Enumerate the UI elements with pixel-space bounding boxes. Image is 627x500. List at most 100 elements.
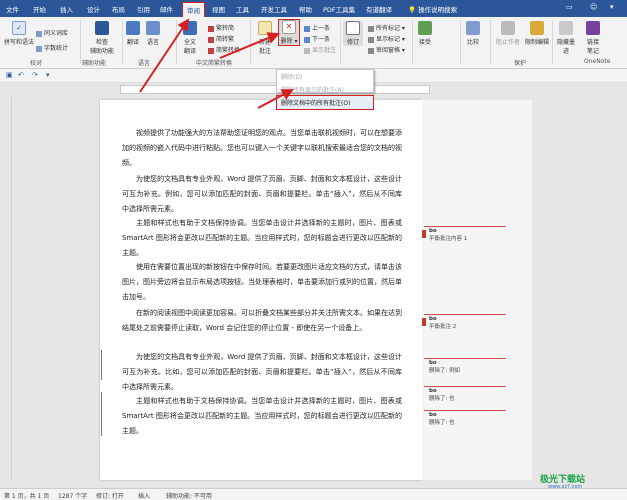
word-count[interactable]: 1287 个字 [58,491,87,500]
document-page[interactable]: 视频提供了功能强大的方法帮助您证明您的观点。当您单击联机视频时，可以在想要添加的… [100,100,422,480]
show-markup-button[interactable]: 显示标记 ▾ [368,34,405,43]
page-count[interactable]: 第 1 页，共 1 页 [4,491,49,500]
revision-balloon[interactable]: bo 删除了: 也 [424,410,506,426]
fanjian-button[interactable]: 繁转简 [208,23,234,32]
accept-icon [418,21,432,35]
block-authors-icon [501,21,515,35]
review-pane-button[interactable]: 审阅窗格 ▾ [368,45,405,54]
jianfan-button[interactable]: 简转繁 [208,34,234,43]
customize-qat-icon[interactable]: ▾ [46,71,50,79]
new-comment-icon [258,21,272,35]
delete-comment-dropdown: 删除(D) 删除所有显示的批注(A) 删除文档中的所有批注(O) [276,69,374,110]
book-icon [36,30,42,37]
abc-check-icon: ✓ [12,21,26,35]
tab-layout[interactable]: 布局 [112,4,125,14]
comment-balloon[interactable]: bo 平衡批注 2 [422,314,506,330]
accessibility-icon [95,21,109,35]
language-button[interactable]: 语言 [144,21,162,46]
group-accessibility: 辅助功能 [82,60,107,67]
revision-balloon[interactable]: bo 删除了: 也 [424,386,506,402]
track-changes-button[interactable]: 修订 [343,21,363,46]
undo-icon[interactable]: ↶ [18,71,24,79]
paragraph-7: 主题和样式也有助于文档保持协调。当您单击设计并选择新的主题时，图片、图表或 Sm… [122,397,402,435]
compare-icon [466,21,480,35]
review-pane-icon [368,47,374,54]
new-comment-button[interactable]: 新建 批注 [254,21,276,55]
ribbon-review: ✓ 拼写和语法 同义词库 字数统计 校对 检查 辅助功能 辅助功能 翻译 语言 … [0,17,627,69]
show-markup-icon [368,36,374,43]
spelling-button[interactable]: ✓ 拼写和语法 [4,21,34,46]
markup-icon [368,25,374,32]
prev-comment-icon [304,25,310,32]
restrict-editing-button[interactable]: 限制编辑 [524,21,550,46]
tab-help[interactable]: 帮助 [299,4,312,14]
full-translate-button[interactable]: 全文 翻译 [180,21,200,55]
track-status[interactable]: 修订: 打开 [96,491,124,500]
delete-comment-button[interactable]: ✕ 删除 ▾ [278,19,300,46]
insert-mode[interactable]: 插入 [138,491,150,500]
translate-icon [126,21,140,35]
group-proofing: 校对 [30,60,43,67]
tab-tools[interactable]: 工具 [236,4,249,14]
accept-button[interactable]: 接受 [416,21,434,46]
status-bar: 第 1 页，共 1 页 1287 个字 修订: 打开 插入 辅助功能: 不可用 [0,488,627,500]
menu-item-delete-all[interactable]: 删除文档中的所有批注(O) [276,95,374,110]
change-bar [101,350,102,380]
hide-ink-button[interactable]: 隐藏墨 迹 [555,21,577,55]
tab-developer[interactable]: 开发工具 [261,4,287,14]
convert-icon [208,47,214,54]
author-avatar [422,230,426,238]
jianfan-conversion-button[interactable]: 简繁转换 [208,45,240,54]
tab-file[interactable]: 文件 [6,4,19,14]
collapse-icon[interactable]: ▾ [610,3,614,11]
chevron-down-icon: ▾ [292,38,298,45]
save-icon[interactable]: ▣ [6,71,13,79]
tab-pdf[interactable]: PDF工具集 [323,4,355,14]
delete-comment-icon: ✕ [282,20,296,34]
thesaurus-button[interactable]: 同义词库 [36,28,68,37]
compare-button[interactable]: 比较 [464,21,482,46]
track-changes-icon [346,21,360,35]
tell-me-search[interactable]: 💡 操作说明搜索 [408,4,457,14]
menu-item-delete[interactable]: 删除(D) [277,70,373,83]
share-icon[interactable]: ☺ [590,3,597,11]
tab-view[interactable]: 视图 [212,4,225,14]
tab-home[interactable]: 开始 [33,4,46,14]
block-authors-button[interactable]: 阻止作者 [494,21,522,46]
wordcount-button[interactable]: 字数统计 [36,43,68,52]
ribbon-options-icon[interactable]: ▭ [566,3,573,11]
translate-button[interactable]: 翻译 [124,21,142,46]
paragraph-3: 主题和样式也有助于文档保持协调。当您单击设计并选择新的主题时，图片、图表或 Sm… [122,219,402,257]
ribbon-tab-bar: 文件 开始 插入 设计 布局 引用 邮件 审阅 视图 工具 开发工具 帮助 PD… [0,0,627,17]
tab-insert[interactable]: 插入 [60,4,73,14]
tab-references[interactable]: 引用 [137,4,150,14]
tab-youdao[interactable]: 有道翻译 [366,4,392,14]
tab-mailings[interactable]: 邮件 [160,4,173,14]
link-notes-button[interactable]: 链接 笔记 [582,21,604,55]
lock-icon [530,21,544,35]
markup-select[interactable]: 所有标记 ▾ [368,23,405,32]
comment-balloon[interactable]: bo 平衡批注内容 1 [422,226,506,242]
document-translate-icon [183,21,197,35]
change-bar [101,392,102,436]
next-comment-button[interactable]: 下一条 [304,34,330,43]
group-chinese-conversion: 中文简繁转换 [196,60,233,67]
check-accessibility-button[interactable]: 检查 辅助功能 [86,21,118,55]
jian-icon [208,36,214,43]
lightbulb-icon: 💡 [408,6,417,14]
show-comments-button[interactable]: 显示批注 [304,45,336,54]
menu-item-delete-shown[interactable]: 删除所有显示的批注(A) [277,83,373,96]
accessibility-status[interactable]: 辅助功能: 不可用 [166,491,212,500]
paragraph-6: 为使您的文档具有专业外观，Word 提供了页眉、页脚、封面和文本框设计，这些设计… [122,353,402,391]
onenote-icon [586,21,600,35]
markup-area: bo 平衡批注内容 1 bo 平衡批注 2 bo 删除了: 例如 bo 删除了: 也 b… [422,100,532,480]
redo-icon[interactable]: ↷ [32,71,38,79]
revision-balloon[interactable]: bo 删除了: 例如 [424,358,506,374]
show-comments-icon [304,47,310,54]
vertical-ruler[interactable] [0,97,12,480]
tab-design[interactable]: 设计 [87,4,100,14]
paragraph-4: 使用在需要位置出现的新按钮在中保存时间。若要更改图片适应文档的方式，请单击该图片… [122,263,402,301]
group-onenote: OneNote [584,58,611,65]
tab-review[interactable]: 审阅 [182,2,205,17]
previous-comment-button[interactable]: 上一条 [304,23,330,32]
